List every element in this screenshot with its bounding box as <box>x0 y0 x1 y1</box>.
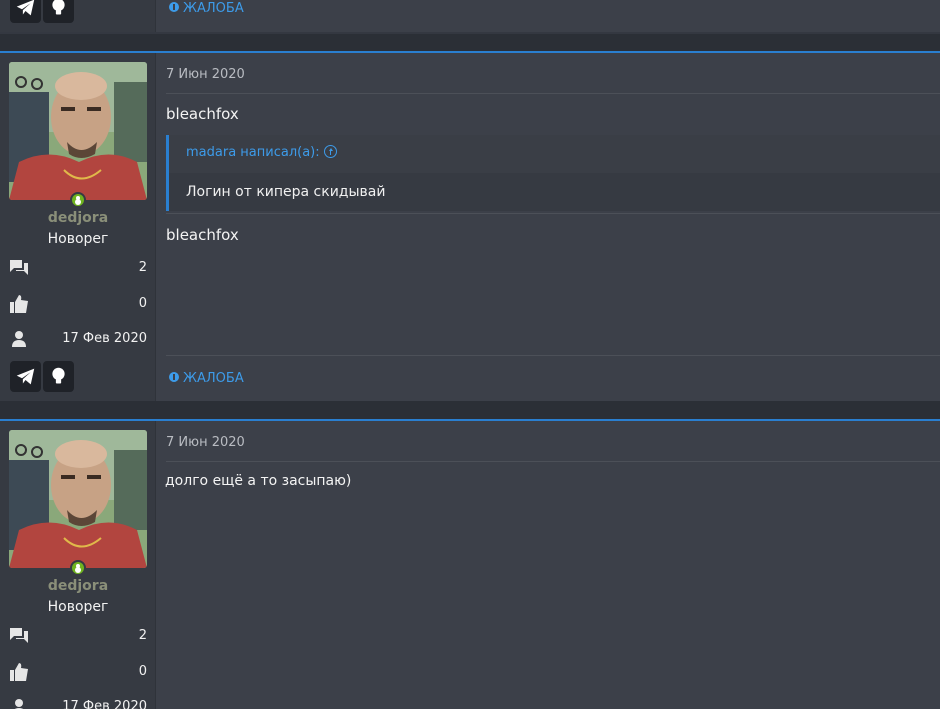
messages-stat: 2 <box>9 626 147 646</box>
info-icon <box>169 2 179 12</box>
telegram-icon <box>16 368 35 385</box>
idea-button[interactable] <box>43 0 74 23</box>
idea-button[interactable] <box>43 361 74 392</box>
arrow-up-icon[interactable] <box>323 145 337 158</box>
post-sidebar: dedjora Новорег 2 0 17 Фев 2020 <box>0 53 156 401</box>
divider <box>166 213 940 214</box>
quote-author[interactable]: madara написал(а): <box>169 135 940 173</box>
divider <box>166 93 940 94</box>
username[interactable]: dedjora <box>0 578 156 594</box>
user-title: Новорег <box>47 599 109 615</box>
post: dedjora Новорег 2 0 17 Фев 2020 7 Июн 20… <box>0 419 940 709</box>
post-main: ЖАЛОБА <box>156 0 940 32</box>
thumbs-up-icon <box>10 295 28 313</box>
lightbulb-icon <box>52 0 65 15</box>
quote-text: Логин от кипера скидывай <box>186 184 386 200</box>
user-icon <box>12 331 26 347</box>
online-indicator <box>70 192 86 208</box>
online-indicator <box>70 560 86 576</box>
joined-stat: 17 Фев 2020 <box>9 329 147 349</box>
post-main: 7 Июн 2020 bleachfox madara написал(а): … <box>156 53 940 401</box>
post-text: bleachfox <box>166 105 239 123</box>
post-date[interactable]: 7 Июн 2020 <box>166 67 245 82</box>
post-sidebar: dedjora Новорег 2 0 17 Фев 2020 <box>0 421 156 709</box>
post-sidebar <box>0 0 156 32</box>
telegram-button[interactable] <box>10 361 41 392</box>
user-icon <box>14 699 24 709</box>
divider <box>166 461 940 462</box>
lightbulb-icon <box>52 367 65 384</box>
report-link[interactable]: ЖАЛОБА <box>169 1 244 16</box>
post-text: bleachfox <box>166 226 239 244</box>
reactions-stat: 0 <box>9 294 147 314</box>
social-buttons <box>10 361 76 392</box>
telegram-button[interactable] <box>10 0 41 23</box>
avatar[interactable] <box>9 62 147 200</box>
username[interactable]: dedjora <box>0 210 156 226</box>
previous-post: ЖАЛОБА <box>0 0 940 34</box>
messages-icon <box>10 628 28 643</box>
quote-block: madara написал(а): Логин от кипера скиды… <box>166 135 940 211</box>
thumbs-up-icon <box>10 663 28 681</box>
messages-icon <box>10 260 28 275</box>
joined-stat: 17 Фев 2020 <box>9 697 147 709</box>
user-title: Новорег <box>47 231 109 247</box>
post-main: 7 Июн 2020 долго ещё а то засыпаю) <box>156 421 940 709</box>
social-buttons <box>10 0 76 23</box>
post-date[interactable]: 7 Июн 2020 <box>166 435 245 450</box>
info-icon <box>169 372 179 382</box>
divider <box>166 355 940 356</box>
telegram-icon <box>16 0 35 16</box>
report-link[interactable]: ЖАЛОБА <box>169 371 244 386</box>
avatar[interactable] <box>9 430 147 568</box>
messages-stat: 2 <box>9 258 147 278</box>
post: dedjora Новорег 2 0 17 Фев 2020 7 Июн 20… <box>0 51 940 401</box>
reactions-stat: 0 <box>9 662 147 682</box>
post-text: долго ещё а то засыпаю) <box>165 473 352 489</box>
